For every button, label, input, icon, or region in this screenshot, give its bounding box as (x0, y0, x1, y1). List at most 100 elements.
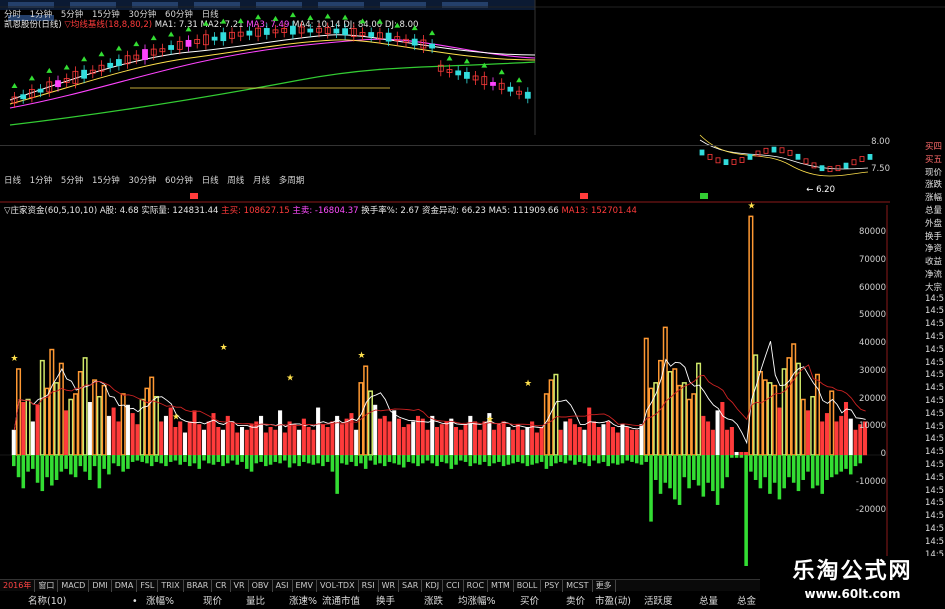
toolbar-item-sar[interactable]: SAR (399, 580, 423, 592)
toolbar-item-asi[interactable]: ASI (273, 580, 293, 592)
positive-bar (96, 395, 102, 456)
positive-bar (525, 427, 530, 456)
negative-bar (463, 455, 468, 462)
column-header[interactable]: 涨速% (289, 594, 317, 609)
negative-bar (325, 455, 330, 462)
right-panel-label: 14:5 (925, 383, 945, 394)
positive-bar (800, 398, 806, 456)
column-header[interactable]: 活跃度 (644, 594, 673, 609)
negative-bar (235, 455, 240, 465)
toolbar-item-cr[interactable]: CR (212, 580, 231, 592)
positive-bar (64, 410, 69, 456)
toolbar-item-macd[interactable]: MACD (58, 580, 90, 592)
positive-bar (577, 427, 582, 456)
toolbar-item-dma[interactable]: DMA (112, 580, 138, 592)
positive-bar (710, 429, 715, 456)
column-header[interactable]: 总量 (699, 594, 718, 609)
negative-bar (482, 455, 487, 462)
column-header[interactable]: 量比 (246, 594, 265, 609)
right-panel-label: 收益 (925, 257, 943, 268)
negative-bar (582, 455, 587, 464)
negative-bar (834, 455, 839, 475)
toolbar-item-2016年[interactable]: 2016年 (0, 580, 36, 592)
negative-bar (725, 455, 729, 478)
right-panel-label: 外盘 (925, 218, 943, 229)
toolbar-item-rsi[interactable]: RSI (359, 580, 379, 592)
toolbar-item-boll[interactable]: BOLL (514, 580, 542, 592)
toolbar-item-dmi[interactable]: DMI (89, 580, 112, 592)
column-header[interactable]: • (132, 594, 138, 609)
toolbar-item-vr[interactable]: VR (231, 580, 249, 592)
negative-bar (658, 455, 663, 494)
negative-bar (687, 455, 691, 489)
negative-bar (592, 455, 596, 461)
positive-bar (21, 402, 26, 456)
positive-bar (729, 427, 734, 456)
negative-bar (359, 455, 363, 464)
column-header[interactable]: 流通市值 (322, 594, 360, 609)
star-marker: ★ (286, 373, 294, 383)
column-header[interactable]: 卖价 (566, 594, 585, 609)
toolbar-item-brar[interactable]: BRAR (184, 580, 213, 592)
toolbar-item-窗口[interactable]: 窗口 (35, 580, 59, 592)
toolbar-item-wr[interactable]: WR (379, 580, 400, 592)
positive-bar (686, 398, 692, 456)
toolbar-item-mtm[interactable]: MTM (488, 580, 514, 592)
positive-bar (144, 387, 150, 456)
column-header[interactable]: 涨跌 (424, 594, 443, 609)
negative-bar (363, 455, 368, 469)
toolbar-item-kdj[interactable]: KDJ (422, 580, 444, 592)
positive-bar (439, 424, 444, 456)
positive-bar (596, 427, 601, 456)
column-header[interactable]: 均涨幅% (458, 594, 496, 609)
column-header[interactable]: 涨幅% (146, 594, 174, 609)
toolbar-item-fsl[interactable]: FSL (137, 580, 159, 592)
positive-bar (706, 421, 711, 456)
positive-bar (259, 415, 264, 456)
toolbar-item-trix[interactable]: TRIX (158, 580, 184, 592)
negative-bar (411, 455, 416, 464)
positive-bar (601, 424, 606, 456)
column-header[interactable]: 换手 (376, 594, 395, 609)
positive-bar (463, 424, 468, 456)
column-header[interactable]: 买价 (520, 594, 539, 609)
positive-bar (82, 357, 88, 456)
right-panel-label: 14:5 (925, 460, 945, 470)
toolbar-item-emv[interactable]: EMV (293, 580, 317, 592)
negative-bar (711, 455, 715, 492)
toolbar-item-vol-tdx[interactable]: VOL-TDX (317, 580, 359, 592)
positive-bar (325, 427, 330, 456)
positive-bar (216, 427, 221, 456)
positive-bar (715, 410, 720, 456)
positive-bar (297, 429, 302, 456)
negative-bar (530, 455, 534, 465)
negative-bar (734, 455, 739, 458)
negative-bar (539, 455, 544, 462)
negative-bar (454, 455, 458, 465)
column-header[interactable]: 市盈(动) (595, 594, 631, 609)
column-header[interactable]: 名称(10) (28, 594, 67, 609)
negative-bar (554, 455, 558, 464)
positive-bar (734, 451, 739, 456)
toolbar-item-roc[interactable]: ROC (464, 580, 489, 592)
negative-bar (83, 455, 87, 472)
negative-bar (682, 455, 687, 478)
toolbar-item-mcst[interactable]: MCST (563, 580, 593, 592)
negative-bar (444, 455, 449, 464)
positive-bar (786, 357, 792, 456)
negative-bar (749, 455, 753, 472)
positive-bar (111, 407, 116, 456)
positive-bar (757, 371, 763, 456)
right-panel-label: 买五 (925, 154, 943, 165)
toolbar-item-psy[interactable]: PSY (541, 580, 564, 592)
positive-bar (335, 415, 340, 456)
column-header[interactable]: 总金 (737, 594, 756, 609)
watermark-title: 乐淘公式网 (792, 558, 913, 584)
negative-bar (810, 455, 815, 489)
toolbar-item-obv[interactable]: OBV (249, 580, 273, 592)
column-header[interactable]: 现价 (203, 594, 222, 609)
positive-bar (282, 432, 287, 456)
negative-bar (459, 455, 463, 461)
toolbar-item-更多[interactable]: 更多 (593, 580, 616, 592)
toolbar-item-cci[interactable]: CCI (443, 580, 464, 592)
